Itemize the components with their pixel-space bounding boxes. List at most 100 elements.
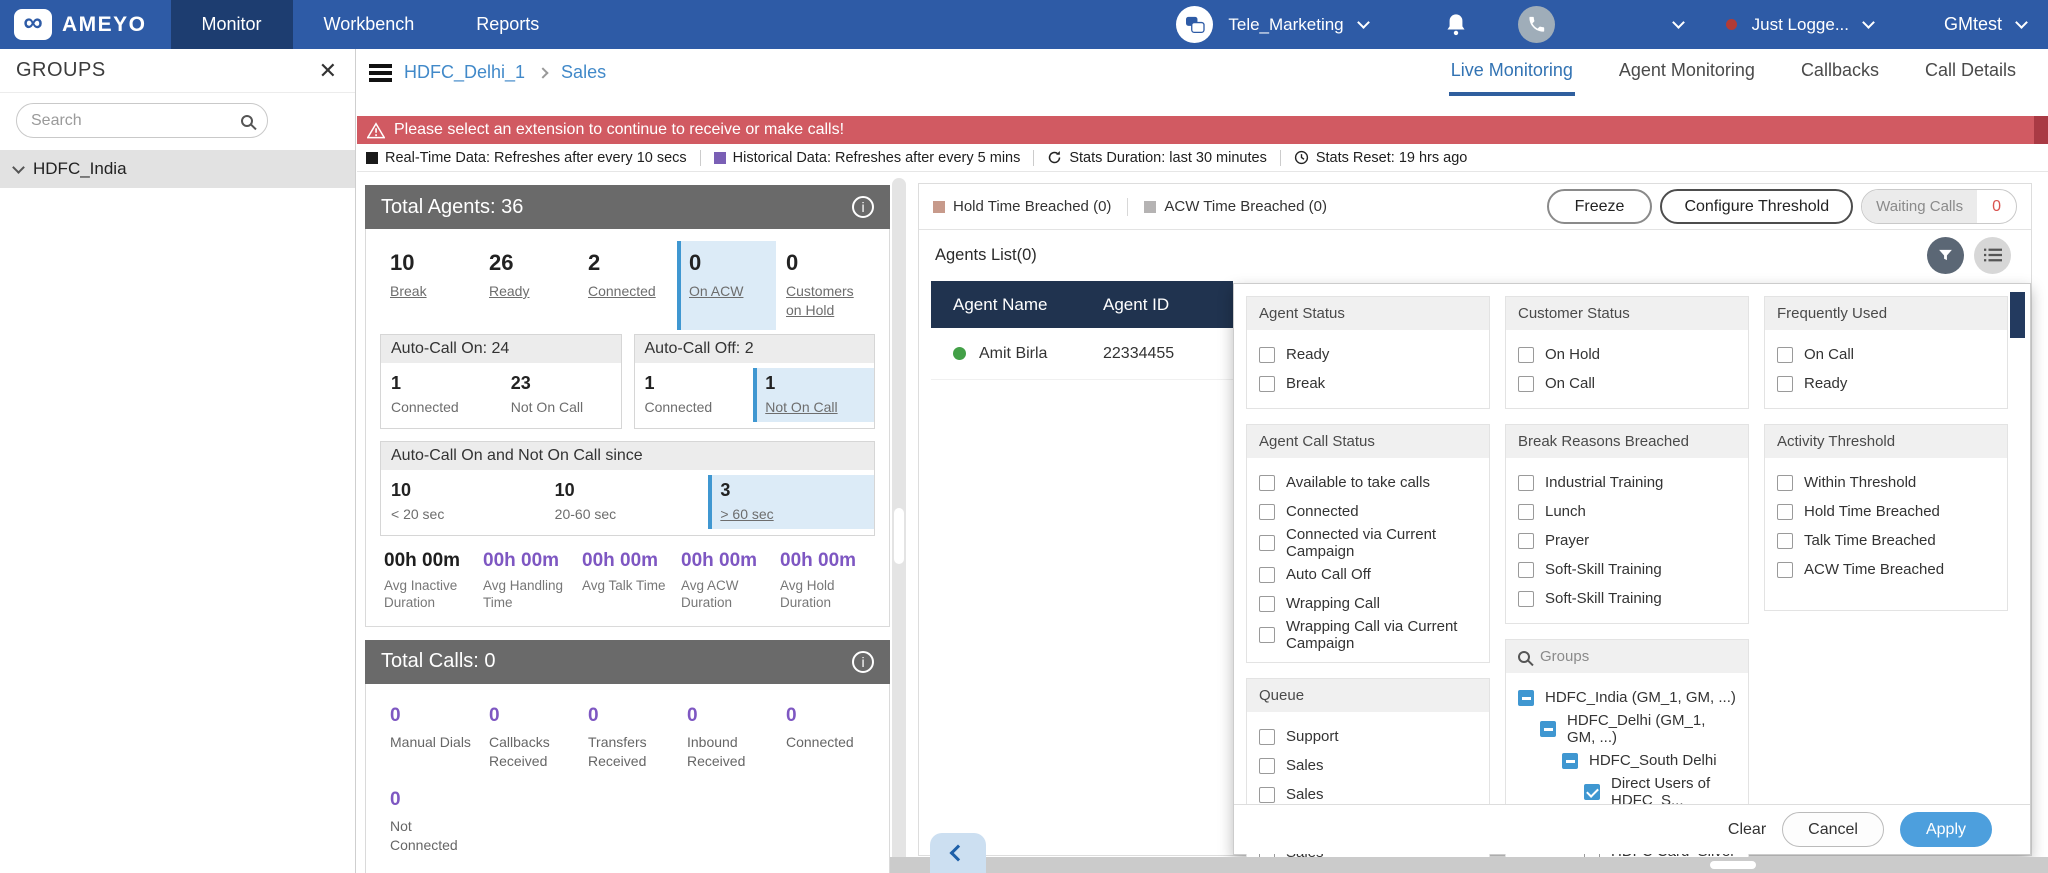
- groups-search-header[interactable]: Groups: [1506, 640, 1748, 673]
- notifications-bell-icon[interactable]: [1445, 12, 1467, 37]
- filter-checkbox-item[interactable]: Within Threshold: [1777, 468, 1995, 497]
- since-stat[interactable]: 10 20-60 sec: [545, 475, 709, 529]
- filter-checkbox-item[interactable]: ACW Time Breached: [1777, 555, 1995, 584]
- group-tree-item[interactable]: HDFC_South Delhi: [1562, 746, 1736, 775]
- horizontal-scrollbar-track[interactable]: [890, 857, 2048, 873]
- agent-stat[interactable]: 2 Connected: [578, 241, 677, 330]
- group-tree-item[interactable]: HDFC_India (GM_1, GM, ...): [1518, 683, 1736, 712]
- filter-checkbox-item[interactable]: Hold Time Breached: [1777, 497, 1995, 526]
- agent-stat[interactable]: 0 Customers on Hold: [776, 241, 875, 330]
- checkbox-icon[interactable]: [1259, 595, 1275, 612]
- filter-icon[interactable]: [1927, 236, 1964, 274]
- filter-checkbox-item[interactable]: Industrial Training: [1518, 468, 1736, 497]
- checkbox-icon[interactable]: [1259, 786, 1275, 803]
- checkbox-icon[interactable]: [1259, 375, 1275, 392]
- nav-tab[interactable]: Workbench: [293, 0, 446, 49]
- checkbox-icon[interactable]: [1518, 561, 1534, 578]
- filter-checkbox-item[interactable]: Connected: [1259, 497, 1477, 526]
- checkbox-icon[interactable]: [1259, 728, 1275, 745]
- filter-checkbox-item[interactable]: Connected via Current Campaign: [1259, 526, 1477, 560]
- agent-stat[interactable]: 10 Break: [380, 241, 479, 330]
- checkbox-icon[interactable]: [1259, 627, 1275, 643]
- clear-button[interactable]: Clear: [1728, 821, 1766, 839]
- checkbox-icon[interactable]: [1584, 784, 1600, 800]
- filter-checkbox-item[interactable]: Prayer: [1518, 526, 1736, 555]
- chevron-down-icon[interactable]: [1356, 15, 1370, 29]
- freeze-button[interactable]: Freeze: [1546, 189, 1653, 224]
- cancel-button[interactable]: Cancel: [1782, 812, 1884, 847]
- user-menu[interactable]: GMtest: [1944, 14, 2002, 35]
- checkbox-icon[interactable]: [1518, 474, 1534, 491]
- checkbox-icon[interactable]: [1518, 503, 1534, 520]
- checkbox-icon[interactable]: [1518, 532, 1534, 549]
- checkbox-icon[interactable]: [1562, 752, 1578, 769]
- collapse-panel-button[interactable]: [930, 833, 986, 873]
- checkbox-icon[interactable]: [1777, 474, 1793, 491]
- checkbox-icon[interactable]: [1518, 590, 1534, 607]
- close-icon[interactable]: ✕: [319, 59, 337, 82]
- list-view-icon[interactable]: [1974, 236, 2011, 274]
- filter-checkbox-item[interactable]: On Call: [1518, 369, 1736, 398]
- horizontal-scrollbar-thumb[interactable]: [1710, 861, 1756, 869]
- checkbox-icon[interactable]: [1259, 757, 1275, 774]
- logged-status[interactable]: Just Logge...: [1752, 15, 1849, 35]
- apply-button[interactable]: Apply: [1899, 812, 1992, 847]
- checkbox-icon[interactable]: [1777, 561, 1793, 578]
- filter-checkbox-item[interactable]: Auto Call Off: [1259, 560, 1477, 589]
- filter-checkbox-item[interactable]: Sales: [1259, 751, 1477, 780]
- table-row[interactable]: Amit Birla 22334455: [931, 328, 1233, 380]
- filter-scrollbar-thumb[interactable]: [2010, 292, 2025, 338]
- vertical-scrollbar-track[interactable]: [892, 178, 906, 873]
- since-stat[interactable]: 3 > 60 sec: [708, 474, 875, 529]
- chevron-down-icon[interactable]: [1862, 15, 1875, 29]
- sidebar-item-hdfc-india[interactable]: HDFC_India: [0, 150, 355, 188]
- auto-call-stat[interactable]: 1 Connected: [381, 368, 501, 422]
- checkbox-icon[interactable]: [1777, 503, 1793, 520]
- configure-threshold-button[interactable]: Configure Threshold: [1660, 189, 1854, 224]
- nav-tab[interactable]: Reports: [445, 0, 570, 49]
- monitoring-tab[interactable]: Agent Monitoring: [1617, 49, 1757, 96]
- filter-checkbox-item[interactable]: Wrapping Call: [1259, 589, 1477, 618]
- search-input[interactable]: [31, 111, 241, 130]
- filter-checkbox-item[interactable]: Soft-Skill Training: [1518, 584, 1736, 613]
- checkbox-icon[interactable]: [1259, 535, 1275, 551]
- filter-checkbox-item[interactable]: Soft-Skill Training: [1518, 555, 1736, 584]
- group-tree-item[interactable]: HDFC_Delhi (GM_1, GM, ...): [1540, 712, 1736, 746]
- agent-stat[interactable]: 0 On ACW: [677, 241, 776, 330]
- monitoring-tab[interactable]: Live Monitoring: [1448, 49, 1575, 96]
- info-icon[interactable]: i: [852, 650, 874, 673]
- filter-checkbox-item[interactable]: Ready: [1259, 340, 1477, 369]
- search-box[interactable]: [16, 103, 268, 138]
- monitoring-tab[interactable]: Call Details: [1923, 49, 2018, 96]
- auto-call-stat[interactable]: 1 Not On Call: [753, 367, 874, 422]
- filter-checkbox-item[interactable]: Talk Time Breached: [1777, 526, 1995, 555]
- checkbox-icon[interactable]: [1540, 721, 1556, 737]
- checkbox-icon[interactable]: [1777, 346, 1793, 363]
- filter-checkbox-item[interactable]: On Hold: [1518, 340, 1736, 369]
- menu-icon[interactable]: [369, 63, 392, 82]
- checkbox-icon[interactable]: [1259, 474, 1275, 491]
- info-icon[interactable]: i: [852, 196, 874, 218]
- filter-checkbox-item[interactable]: Available to take calls: [1259, 468, 1477, 497]
- phone-avatar-icon[interactable]: [1517, 6, 1555, 43]
- filter-checkbox-item[interactable]: Break: [1259, 369, 1477, 398]
- profile-chevron-down-icon[interactable]: [1671, 15, 1685, 29]
- auto-call-stat[interactable]: 1 Connected: [635, 368, 754, 422]
- since-stat[interactable]: 10 < 20 sec: [381, 475, 545, 529]
- auto-call-stat[interactable]: 23 Not On Call: [501, 368, 621, 422]
- checkbox-icon[interactable]: [1518, 689, 1534, 706]
- monitoring-tab[interactable]: Callbacks: [1799, 49, 1881, 96]
- checkbox-icon[interactable]: [1259, 346, 1275, 363]
- waiting-calls-button[interactable]: Waiting Calls 0: [1861, 189, 2017, 224]
- breadcrumb-queue[interactable]: Sales: [561, 62, 606, 83]
- checkbox-icon[interactable]: [1777, 532, 1793, 549]
- checkbox-icon[interactable]: [1259, 566, 1275, 583]
- breadcrumb-campaign[interactable]: HDFC_Delhi_1: [404, 62, 525, 83]
- nav-tab[interactable]: Monitor: [170, 0, 293, 49]
- campaign-chat-icon[interactable]: [1176, 6, 1214, 43]
- chevron-down-icon[interactable]: [2015, 15, 2028, 29]
- checkbox-icon[interactable]: [1518, 375, 1534, 392]
- agent-stat[interactable]: 26 Ready: [479, 241, 578, 330]
- checkbox-icon[interactable]: [1259, 503, 1275, 520]
- checkbox-icon[interactable]: [1518, 346, 1534, 363]
